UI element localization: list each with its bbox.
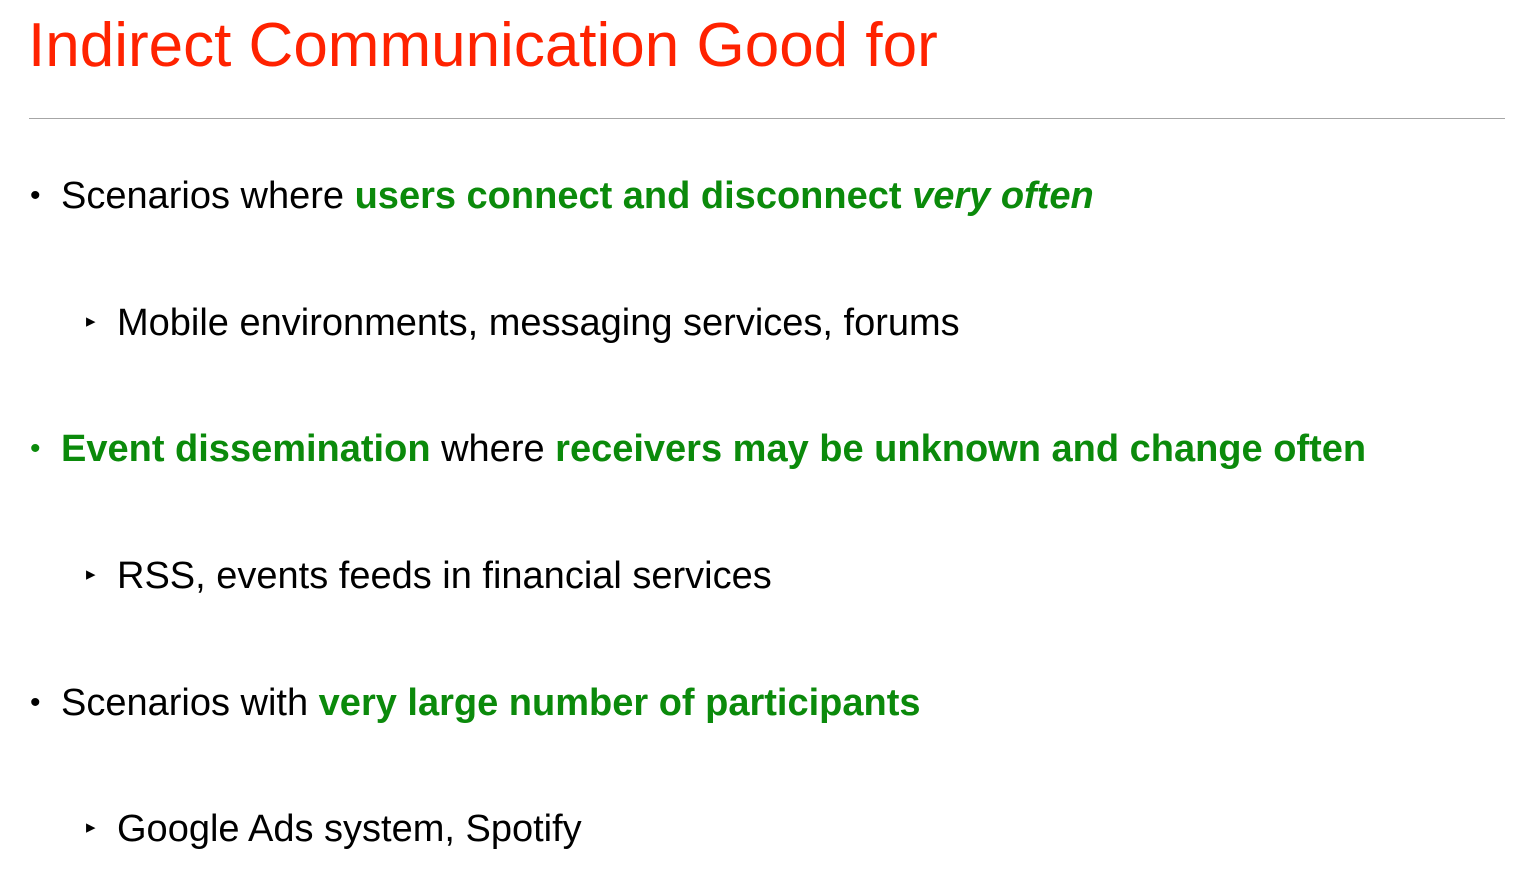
sub-bullet-text: RSS, events feeds in financial services (117, 555, 772, 597)
bullet-marker: • (30, 432, 41, 465)
sub-bullet-item-mobile: ▸ Mobile environments, messaging services… (86, 300, 960, 346)
sub-bullet-item-google-ads: ▸ Google Ads system, Spotify (86, 806, 582, 852)
bullet-text: Scenarios where (61, 175, 355, 217)
bullet-item-event-dissemination: • Event dissemination where receivers may… (30, 426, 1366, 472)
bullet-emphasis: Event dissemination (61, 428, 431, 470)
bullet-emphasis: users connect and disconnect (354, 175, 913, 217)
bullet-emphasis: very large number of participants (318, 682, 921, 724)
bullet-marker: • (30, 179, 41, 212)
sub-bullet-arrow-icon: ▸ (86, 311, 96, 332)
sub-bullet-text: Google Ads system, Spotify (117, 808, 582, 850)
bullet-item-connect-disconnect: • Scenarios where users connect and disco… (30, 173, 1094, 219)
sub-bullet-arrow-icon: ▸ (86, 817, 96, 838)
slide-title: Indirect Communication Good for (28, 11, 938, 80)
bullet-marker: • (30, 686, 41, 719)
bullet-item-large-participants: • Scenarios with very large number of par… (30, 680, 921, 726)
bullet-emphasis-italic: very often (912, 175, 1094, 217)
sub-bullet-arrow-icon: ▸ (86, 564, 96, 585)
bullet-text: Scenarios with (61, 682, 319, 724)
bullet-emphasis: receivers may be unknown and change ofte… (555, 428, 1367, 470)
title-divider (29, 118, 1505, 119)
bullet-text: where (430, 428, 556, 470)
sub-bullet-item-rss: ▸ RSS, events feeds in financial services (86, 553, 772, 599)
sub-bullet-text: Mobile environments, messaging services,… (117, 302, 960, 344)
